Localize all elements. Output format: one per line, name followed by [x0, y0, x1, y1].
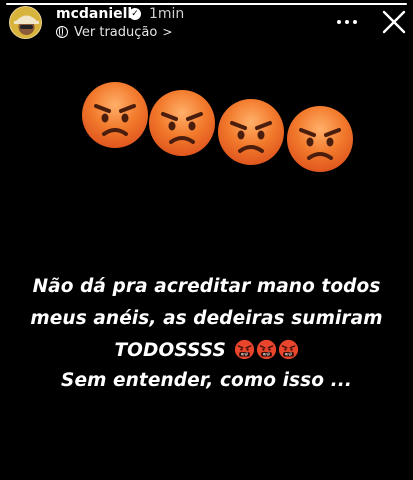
verified-badge-icon: ✓	[129, 8, 141, 20]
angry-face-emoji	[82, 82, 148, 148]
story-header: mcdaniell ✓ 1min Ver tradução >	[0, 0, 413, 44]
avatar[interactable]	[9, 6, 42, 39]
face-with-symbols-on-mouth-emoji: #!@	[278, 339, 298, 360]
angry-face-emoji	[218, 99, 284, 165]
translate-label: Ver tradução	[74, 24, 158, 40]
svg-text:#!@: #!@	[240, 353, 248, 357]
svg-text:#!@: #!@	[284, 353, 292, 357]
story-caption-line: Não dá pra acreditar mano todos	[32, 276, 381, 297]
more-dot-icon	[353, 20, 357, 24]
globe-icon	[56, 26, 68, 38]
face-with-symbols-on-mouth-emoji: #!@	[256, 339, 276, 360]
translate-link[interactable]: Ver tradução >	[56, 24, 172, 40]
post-time: 1min	[149, 6, 185, 22]
story-caption-line: TODOSSSS #!@ #!@ #!@	[0, 339, 413, 361]
angry-face-emoji	[287, 106, 353, 172]
story-caption-text: TODOSSSS	[114, 340, 226, 361]
face-with-symbols-on-mouth-emoji: #!@	[234, 339, 254, 360]
more-dot-icon	[337, 20, 341, 24]
more-options-button[interactable]	[337, 14, 357, 30]
story-caption-line: meus anéis, as dedeiras sumiram	[30, 308, 383, 329]
story-caption-line: Sem entender, como isso ...	[61, 370, 352, 391]
angry-face-emoji	[149, 90, 215, 156]
close-icon[interactable]	[381, 9, 407, 35]
svg-text:#!@: #!@	[262, 353, 270, 357]
chevron-right-icon: >	[162, 25, 173, 39]
more-dot-icon	[345, 20, 349, 24]
username[interactable]: mcdaniell	[56, 6, 132, 22]
